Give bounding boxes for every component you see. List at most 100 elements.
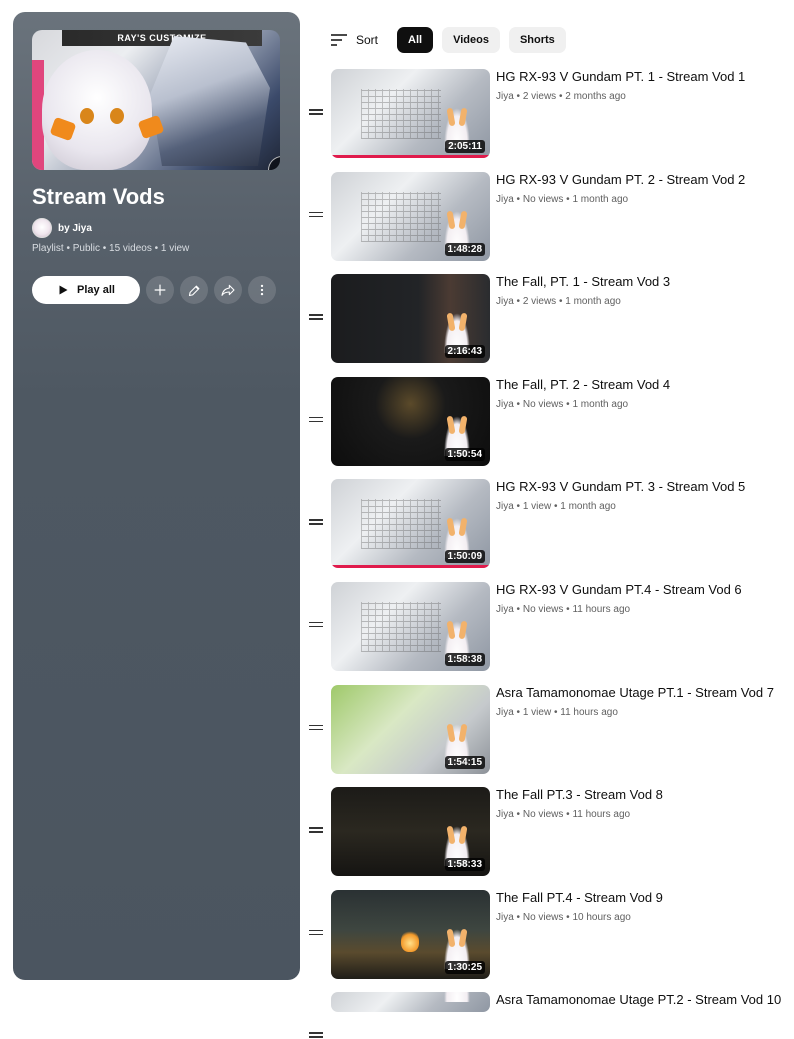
avatar-overlay [444,992,470,1003]
video-thumbnail[interactable]: 1:54:15 [331,684,490,774]
edit-cover-button[interactable] [268,156,280,170]
video-meta: Jiya • No views • 11 hours ago [496,603,631,615]
sort-label: Sort [356,33,379,47]
video-thumbnail[interactable]: 1:48:28 [331,171,490,261]
video-thumbnail[interactable] [331,992,490,1013]
video-info: HG RX-93 V Gundam PT. 3 - Stream Vod 5 J… [496,478,790,512]
video-thumbnail[interactable]: 1:50:09 [331,479,490,569]
video-title[interactable]: Asra Tamamonomae Utage PT.1 - Stream Vod… [496,684,790,701]
video-meta: Jiya • No views • 1 month ago [496,193,629,205]
video-info: The Fall PT.4 - Stream Vod 9 Jiya • No v… [496,889,790,923]
video-title[interactable]: The Fall, PT. 1 - Stream Vod 3 [496,273,790,290]
video-title[interactable]: The Fall PT.4 - Stream Vod 9 [496,889,790,906]
video-thumbnail[interactable]: 2:05:11 [331,69,490,158]
video-duration: 1:58:38 [444,652,485,666]
video-meta: Jiya • 1 view • 1 month ago [496,501,616,513]
playlist-cover-thumbnail[interactable]: RAY'S CUSTOMIZE [32,30,280,170]
video-duration: 2:16:43 [444,345,485,359]
list-item[interactable]: 2:16:43 The Fall, PT. 1 - Stream Vod 3 J… [305,273,794,376]
play-icon [59,285,68,295]
video-duration: 1:50:09 [444,550,485,564]
video-duration: 1:50:54 [444,447,485,461]
video-thumbnail[interactable]: 2:16:43 [331,274,490,364]
list-item[interactable]: 1:50:54 The Fall, PT. 2 - Stream Vod 4 J… [305,376,794,479]
video-title[interactable]: The Fall, PT. 2 - Stream Vod 4 [496,376,790,393]
edit-button[interactable] [180,276,208,304]
chip-all[interactable]: All [397,27,434,53]
video-meta: Jiya • 2 views • 2 months ago [496,91,626,102]
video-meta: Jiya • No views • 10 hours ago [496,911,631,923]
playlist-actions: Play all [32,276,276,304]
list-item[interactable]: Asra Tamamonomae Utage PT.2 - Stream Vod… [305,991,794,1038]
playlist-title: Stream Vods [32,184,165,209]
cover-eye [110,108,124,124]
pencil-icon [188,285,199,296]
video-duration: 1:30:25 [444,960,485,974]
drag-handle-icon[interactable] [309,724,323,732]
share-button[interactable] [214,276,242,304]
drag-handle-icon[interactable] [309,108,323,116]
list-item[interactable]: 1:48:28 HG RX-93 V Gundam PT. 2 - Stream… [305,171,794,274]
video-meta: Jiya • No views • 1 month ago [496,398,629,410]
pencil-icon [278,168,280,170]
drag-handle-icon[interactable] [309,518,323,526]
video-info: HG RX-93 V Gundam PT. 2 - Stream Vod 2 J… [496,171,790,205]
video-info: The Fall, PT. 1 - Stream Vod 3 Jiya • 2 … [496,273,790,307]
share-arrow-icon [221,284,235,296]
playlist-header-panel: RAY'S CUSTOMIZE Stream Vods by Jiya Play… [13,12,300,980]
drag-handle-icon[interactable] [309,826,323,834]
list-item[interactable]: 1:50:09 HG RX-93 V Gundam PT. 3 - Stream… [305,478,794,581]
video-title[interactable]: HG RX-93 V Gundam PT. 2 - Stream Vod 2 [496,171,790,188]
playlist-video-list: 2:05:11 HG RX-93 V Gundam PT. 1 - Stream… [305,68,794,1038]
video-info: The Fall PT.3 - Stream Vod 8 Jiya • No v… [496,786,790,820]
cover-eye [80,108,94,124]
playlist-owner[interactable]: by Jiya [32,218,92,238]
video-meta: Jiya • 2 views • 1 month ago [496,296,621,308]
video-thumbnail[interactable]: 1:30:25 [331,889,490,979]
drag-handle-icon[interactable] [309,313,323,321]
video-title[interactable]: HG RX-93 V Gundam PT.4 - Stream Vod 6 [496,581,790,598]
drag-handle-icon[interactable] [309,211,323,219]
video-info: Asra Tamamonomae Utage PT.1 - Stream Vod… [496,684,790,718]
video-duration: 1:54:15 [444,755,485,769]
list-item[interactable]: 1:58:33 The Fall PT.3 - Stream Vod 8 Jiy… [305,786,794,889]
list-item[interactable]: 1:30:25 The Fall PT.4 - Stream Vod 9 Jiy… [305,889,794,992]
video-info: HG RX-93 V Gundam PT. 1 - Stream Vod 1 J… [496,68,790,102]
chip-shorts[interactable]: Shorts [508,27,566,53]
play-all-button[interactable]: Play all [32,276,140,304]
cover-avatar-art [42,50,152,170]
list-item[interactable]: 2:05:11 HG RX-93 V Gundam PT. 1 - Stream… [305,68,794,171]
video-thumbnail[interactable]: 1:58:38 [331,581,490,671]
more-options-button[interactable] [248,276,276,304]
video-title[interactable]: HG RX-93 V Gundam PT. 1 - Stream Vod 1 [496,68,790,85]
watch-progress-bar [331,155,490,158]
video-duration: 2:05:11 [445,140,485,153]
video-title[interactable]: The Fall PT.3 - Stream Vod 8 [496,786,790,803]
sort-button[interactable]: Sort [330,33,388,47]
video-info: HG RX-93 V Gundam PT.4 - Stream Vod 6 Ji… [496,581,790,615]
video-meta: Jiya • 1 view • 11 hours ago [496,706,618,718]
drag-handle-icon[interactable] [309,416,323,424]
watch-progress-bar [331,565,490,569]
video-thumbnail[interactable]: 1:58:33 [331,787,490,877]
video-title[interactable]: HG RX-93 V Gundam PT. 3 - Stream Vod 5 [496,478,790,495]
video-duration: 1:58:33 [444,858,485,872]
play-all-label: Play all [77,284,115,296]
plus-icon [154,284,166,296]
sort-lines-icon [331,34,347,46]
drag-handle-icon[interactable] [309,621,323,629]
owner-name[interactable]: by Jiya [58,223,92,234]
drag-handle-icon[interactable] [309,1031,323,1039]
cover-mecha-art [150,36,270,166]
video-info: The Fall, PT. 2 - Stream Vod 4 Jiya • No… [496,376,790,410]
video-duration: 1:48:28 [444,242,485,256]
chip-videos[interactable]: Videos [442,27,500,53]
list-item[interactable]: 1:54:15 Asra Tamamonomae Utage PT.1 - St… [305,684,794,787]
list-item[interactable]: 1:58:38 HG RX-93 V Gundam PT.4 - Stream … [305,581,794,684]
drag-handle-icon[interactable] [309,929,323,937]
avatar[interactable] [32,218,52,238]
more-vert-icon [260,284,264,296]
video-thumbnail[interactable]: 1:50:54 [331,376,490,466]
add-button[interactable] [146,276,174,304]
filter-bar: Sort All Videos Shorts [330,27,566,53]
